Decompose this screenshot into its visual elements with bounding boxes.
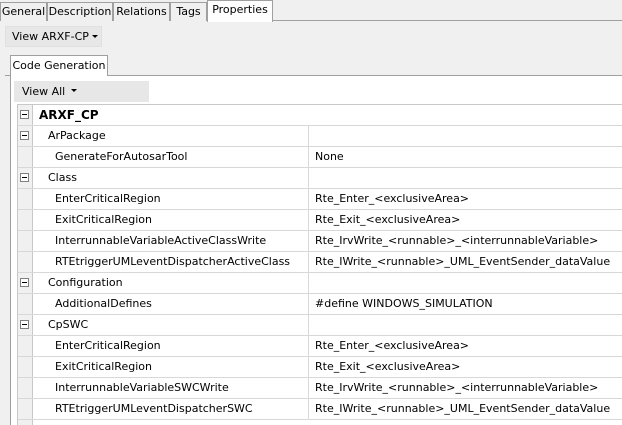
property-value	[308, 315, 622, 335]
view-all-dropdown[interactable]: View All	[14, 81, 149, 102]
property-name: Configuration	[48, 276, 123, 289]
inner-tab-bar: Code Generation	[5, 55, 622, 77]
property-row[interactable]: GenerateForAutosarTool None	[18, 147, 622, 168]
property-value	[308, 168, 622, 188]
property-name: ARXF_CP	[39, 108, 99, 122]
tab-properties[interactable]: Properties	[207, 0, 273, 22]
property-name: ExitCriticalRegion	[55, 360, 152, 373]
property-row[interactable]: InterrunnableVariableActiveClassWrite Rte…	[18, 231, 622, 252]
property-value	[308, 126, 622, 146]
property-name: EnterCriticalRegion	[55, 339, 161, 352]
property-name: CpSWC	[48, 318, 89, 331]
property-name: RTEtriggerUMLeventDispatcherSWC	[55, 402, 253, 415]
chevron-down-icon	[71, 89, 77, 92]
property-value[interactable]: Rte_Exit_<exclusiveArea>	[308, 210, 622, 230]
property-row[interactable]: InterrunnableVariableSWCWrite Rte_IrvWrit…	[18, 378, 622, 399]
tab-relations[interactable]: Relations	[113, 2, 170, 21]
property-value[interactable]: Rte_IWrite_<runnable>_UML_EventSender_da…	[308, 252, 622, 272]
property-value	[308, 273, 622, 293]
top-tab-bar: General Description Relations Tags Prope…	[0, 0, 622, 22]
property-value[interactable]: Rte_Enter_<exclusiveArea>	[308, 189, 622, 209]
tab-general[interactable]: General	[0, 2, 47, 21]
property-row[interactable]: ExitCriticalRegion Rte_Exit_<exclusiveAre…	[18, 357, 622, 378]
property-name: ArPackage	[48, 129, 106, 142]
collapse-toggle-icon[interactable]	[20, 320, 29, 329]
chevron-down-icon	[92, 35, 98, 38]
property-name: ExitCriticalRegion	[55, 213, 152, 226]
property-grid: ARXF_CP ArPackage GenerateForAutosarTool No…	[17, 104, 622, 425]
tab-code-generation[interactable]: Code Generation	[10, 55, 108, 77]
view-all-label: View All	[22, 85, 66, 98]
property-name: InterrunnableVariableSWCWrite	[55, 381, 229, 394]
property-value[interactable]: Rte_IrvWrite_<runnable>_<interrunnableVa…	[308, 378, 622, 398]
property-name: InterrunnableVariableActiveClassWrite	[55, 234, 267, 247]
property-row[interactable]: ExitCriticalRegion Rte_Exit_<exclusiveAre…	[18, 210, 622, 231]
property-name: AdditionalDefines	[55, 297, 152, 310]
collapse-toggle-icon[interactable]	[20, 278, 29, 287]
view-dropdown[interactable]: View ARXF-CP	[5, 26, 102, 47]
property-name: Class	[48, 171, 77, 184]
property-value[interactable]: None	[308, 147, 622, 167]
collapse-toggle-icon[interactable]	[20, 110, 29, 119]
property-row[interactable]: AdditionalDefines #define WINDOWS_SIMULAT…	[18, 294, 622, 315]
property-name: EnterCriticalRegion	[55, 192, 161, 205]
tab-description[interactable]: Description	[47, 2, 113, 21]
category-row[interactable]: ArPackage	[18, 126, 622, 147]
view-dropdown-label: View ARXF-CP	[12, 30, 89, 43]
category-row[interactable]: Configuration	[18, 273, 622, 294]
properties-panel: View All ARXF_CP ArPackage GenerateForAuto…	[10, 76, 622, 425]
property-row[interactable]: RTEtriggerUMLeventDispatcherSWC Rte_IWrit…	[18, 399, 622, 420]
category-row[interactable]: Class	[18, 168, 622, 189]
property-row[interactable]: EnterCriticalRegion Rte_Enter_<exclusiveA…	[18, 336, 622, 357]
property-value[interactable]: #define WINDOWS_SIMULATION	[308, 294, 622, 314]
property-value[interactable]: Rte_IWrite_<runnable>_UML_EventSender_da…	[308, 399, 622, 419]
category-row[interactable]: ARXF_CP	[18, 105, 622, 126]
property-value[interactable]: Rte_IrvWrite_<runnable>_<interrunnableVa…	[308, 231, 622, 251]
property-row[interactable]: RTEtriggerUMLeventDispatcherActiveClass R…	[18, 252, 622, 273]
property-name: GenerateForAutosarTool	[55, 150, 188, 163]
category-row[interactable]: CpSWC	[18, 315, 622, 336]
property-value[interactable]: Rte_Enter_<exclusiveArea>	[308, 336, 622, 356]
collapse-toggle-icon[interactable]	[20, 131, 29, 140]
collapse-toggle-icon[interactable]	[20, 173, 29, 182]
property-name: RTEtriggerUMLeventDispatcherActiveClass	[55, 255, 291, 268]
property-row[interactable]: EnterCriticalRegion Rte_Enter_<exclusiveA…	[18, 189, 622, 210]
property-value[interactable]: Rte_Exit_<exclusiveArea>	[308, 357, 622, 377]
tab-tags[interactable]: Tags	[170, 2, 207, 21]
